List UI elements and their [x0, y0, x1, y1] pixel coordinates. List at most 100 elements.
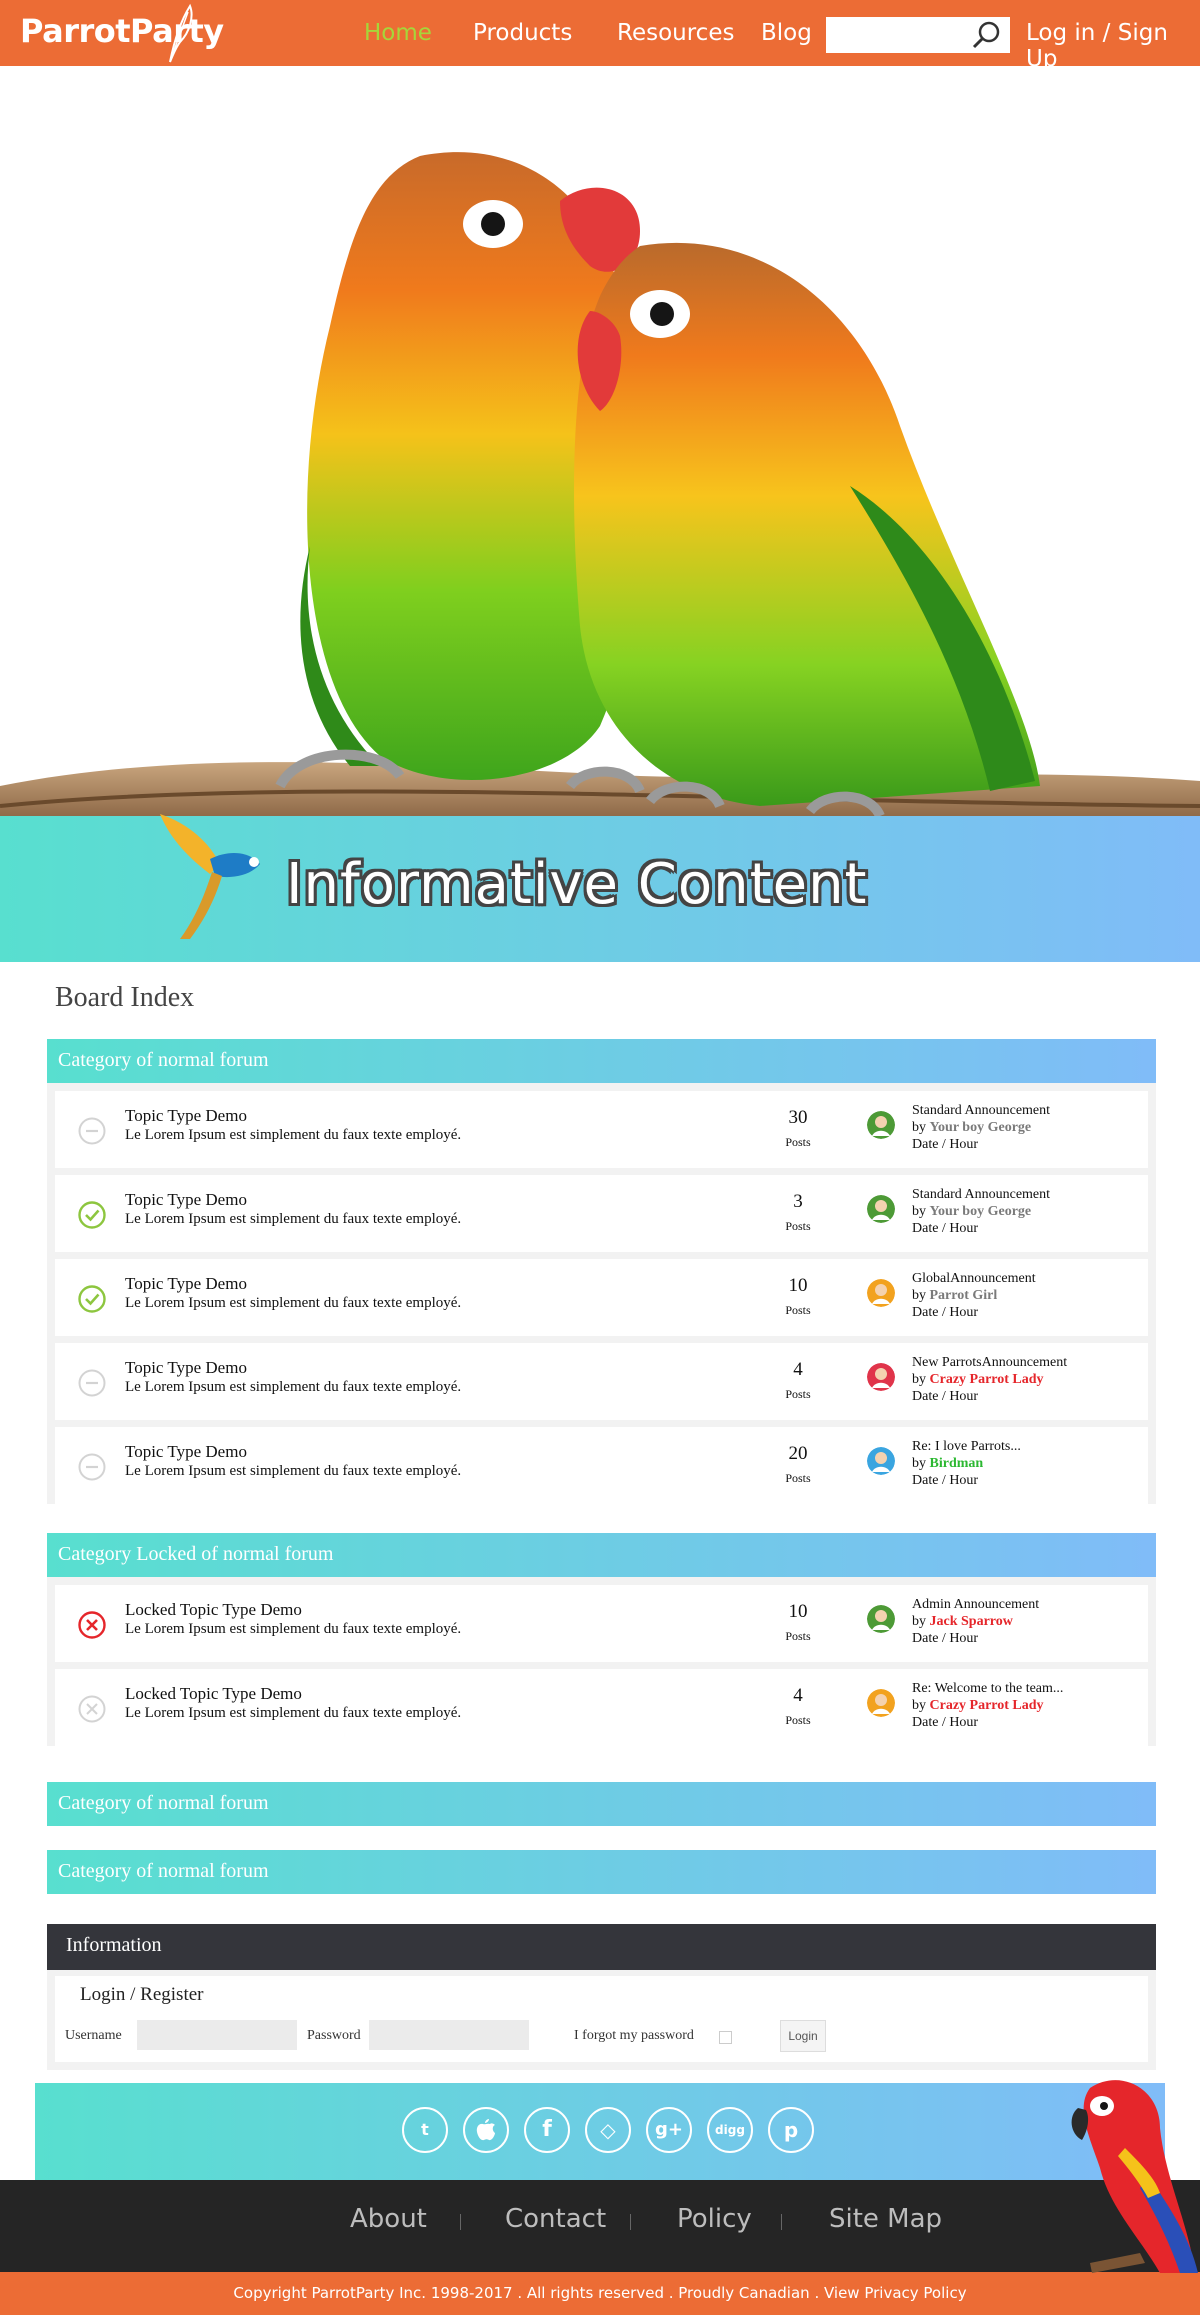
google-plus-icon[interactable]: g+	[646, 2107, 692, 2153]
avatar[interactable]	[867, 1447, 895, 1475]
author-name[interactable]: Birdman	[930, 1456, 984, 1471]
footer-contact-link[interactable]: Contact	[505, 2204, 606, 2234]
topic-row[interactable]: Topic Type Demo Le Lorem Ipsum est simple…	[55, 1259, 1148, 1336]
category-header[interactable]: Category of normal forum	[47, 1039, 1156, 1083]
author-prefix: by	[912, 1456, 926, 1471]
last-post-author: by Birdman	[912, 1456, 983, 1472]
topic-row[interactable]: Topic Type Demo Le Lorem Ipsum est simple…	[55, 1343, 1148, 1420]
author-name[interactable]: Crazy Parrot Lady	[930, 1372, 1044, 1387]
topic-title[interactable]: Topic Type Demo	[125, 1274, 247, 1294]
author-prefix: by	[912, 1698, 926, 1713]
topic-description: Le Lorem Ipsum est simplement du faux te…	[125, 1127, 462, 1143]
category-header[interactable]: Category of normal forum	[47, 1850, 1156, 1894]
topic-status-read-icon	[78, 1117, 106, 1145]
topic-status-new-icon	[78, 1285, 106, 1313]
post-count-label: Posts	[785, 1303, 811, 1317]
macaw-flying-icon	[160, 814, 260, 939]
topic-description: Le Lorem Ipsum est simplement du faux te…	[125, 1211, 462, 1227]
post-count: 10	[788, 1601, 808, 1622]
avatar[interactable]	[867, 1279, 895, 1307]
hero-image	[0, 66, 1200, 816]
author-name[interactable]: Crazy Parrot Lady	[930, 1698, 1044, 1713]
topic-description: Le Lorem Ipsum est simplement du faux te…	[125, 1379, 462, 1395]
nav-products[interactable]: Products	[473, 20, 572, 46]
last-post-title[interactable]: Re: I love Parrots...	[912, 1439, 1021, 1455]
post-count-label: Posts	[785, 1629, 811, 1643]
privacy-policy-link[interactable]: View Privacy Policy	[824, 2284, 967, 2302]
digg-icon[interactable]: digg	[707, 2107, 753, 2153]
avatar[interactable]	[867, 1689, 895, 1717]
footer-about-link[interactable]: About	[350, 2204, 427, 2234]
post-count: 3	[793, 1191, 803, 1212]
forum-category: Category of normal forum	[47, 1850, 1156, 1894]
author-prefix: by	[912, 1120, 926, 1135]
login-register-title: Login / Register	[80, 1984, 204, 2005]
footer-policy-link[interactable]: Policy	[677, 2204, 752, 2234]
facebook-icon[interactable]: f	[524, 2107, 570, 2153]
post-count: 10	[788, 1275, 808, 1296]
username-field[interactable]	[137, 2020, 297, 2050]
last-post-author: by Your boy George	[912, 1120, 1031, 1136]
last-post-title[interactable]: New ParrotsAnnouncement	[912, 1355, 1067, 1371]
login-signup-link[interactable]: Log in / Sign Up	[1026, 20, 1200, 72]
author-name[interactable]: Your boy George	[930, 1120, 1032, 1135]
last-post-date: Date / Hour	[912, 1631, 979, 1646]
topic-status-read-icon	[78, 1453, 106, 1481]
last-post-title[interactable]: Re: Welcome to the team...	[912, 1681, 1063, 1697]
last-post-title[interactable]: Admin Announcement	[912, 1597, 1039, 1613]
last-post-date: Date / Hour	[912, 1715, 979, 1730]
apple-icon[interactable]	[463, 2107, 509, 2153]
nav-home[interactable]: Home	[364, 20, 432, 46]
topic-title[interactable]: Topic Type Demo	[125, 1190, 247, 1210]
footer-sitemap-link[interactable]: Site Map	[829, 2204, 942, 2234]
avatar[interactable]	[867, 1195, 895, 1223]
search-icon[interactable]	[970, 19, 1004, 51]
last-post-title[interactable]: GlobalAnnouncement	[912, 1271, 1036, 1287]
topic-row[interactable]: Topic Type Demo Le Lorem Ipsum est simple…	[55, 1427, 1148, 1504]
post-count: 20	[788, 1443, 808, 1464]
topic-row[interactable]: Locked Topic Type Demo Le Lorem Ipsum est…	[55, 1585, 1148, 1662]
login-button[interactable]: Login	[780, 2020, 826, 2052]
nav-resources[interactable]: Resources	[617, 20, 734, 46]
topic-description: Le Lorem Ipsum est simplement du faux te…	[125, 1463, 462, 1479]
post-count: 30	[788, 1107, 808, 1128]
pinterest-icon[interactable]: p	[768, 2107, 814, 2153]
last-post-title[interactable]: Standard Announcement	[912, 1103, 1050, 1119]
lovebirds-illustration	[0, 152, 1200, 816]
topic-status-locked-read-icon	[78, 1695, 106, 1723]
avatar[interactable]	[867, 1363, 895, 1391]
author-prefix: by	[912, 1288, 926, 1303]
avatar[interactable]	[867, 1111, 895, 1139]
topic-row[interactable]: Locked Topic Type Demo Le Lorem Ipsum est…	[55, 1669, 1148, 1746]
author-prefix: by	[912, 1614, 926, 1629]
topic-status-read-icon	[78, 1369, 106, 1397]
author-name[interactable]: Parrot Girl	[930, 1288, 998, 1303]
topic-row[interactable]: Topic Type Demo Le Lorem Ipsum est simple…	[55, 1091, 1148, 1168]
topic-title[interactable]: Locked Topic Type Demo	[125, 1684, 302, 1704]
last-post-date: Date / Hour	[912, 1221, 979, 1236]
avatar[interactable]	[867, 1605, 895, 1633]
twitter-icon[interactable]: t	[402, 2107, 448, 2153]
topic-row[interactable]: Topic Type Demo Le Lorem Ipsum est simple…	[55, 1175, 1148, 1252]
information-panel: Information Login / Register Username Pa…	[47, 1924, 1156, 2070]
last-post-title[interactable]: Standard Announcement	[912, 1187, 1050, 1203]
topic-title[interactable]: Locked Topic Type Demo	[125, 1600, 302, 1620]
nav-blog[interactable]: Blog	[761, 20, 812, 46]
topic-description: Le Lorem Ipsum est simplement du faux te…	[125, 1621, 462, 1637]
post-count: 4	[793, 1359, 803, 1380]
topic-title[interactable]: Topic Type Demo	[125, 1106, 247, 1126]
author-name[interactable]: Your boy George	[930, 1204, 1032, 1219]
last-post-author: by Your boy George	[912, 1204, 1031, 1220]
password-field[interactable]	[369, 2020, 529, 2050]
top-navbar: ParrotParty Home Products Resources Blog…	[0, 0, 1200, 72]
category-header[interactable]: Category Locked of normal forum	[47, 1533, 1156, 1577]
category-header[interactable]: Category of normal forum	[47, 1782, 1156, 1826]
author-name[interactable]: Jack Sparrow	[930, 1614, 1013, 1629]
topic-title[interactable]: Topic Type Demo	[125, 1358, 247, 1378]
forgot-password-checkbox[interactable]	[719, 2031, 732, 2044]
forum-category: Category of normal forum	[47, 1782, 1156, 1826]
codepen-icon[interactable]: ◇	[585, 2107, 631, 2153]
topic-title[interactable]: Topic Type Demo	[125, 1442, 247, 1462]
forgot-password-link[interactable]: I forgot my password	[574, 2028, 694, 2044]
last-post-date: Date / Hour	[912, 1137, 979, 1152]
